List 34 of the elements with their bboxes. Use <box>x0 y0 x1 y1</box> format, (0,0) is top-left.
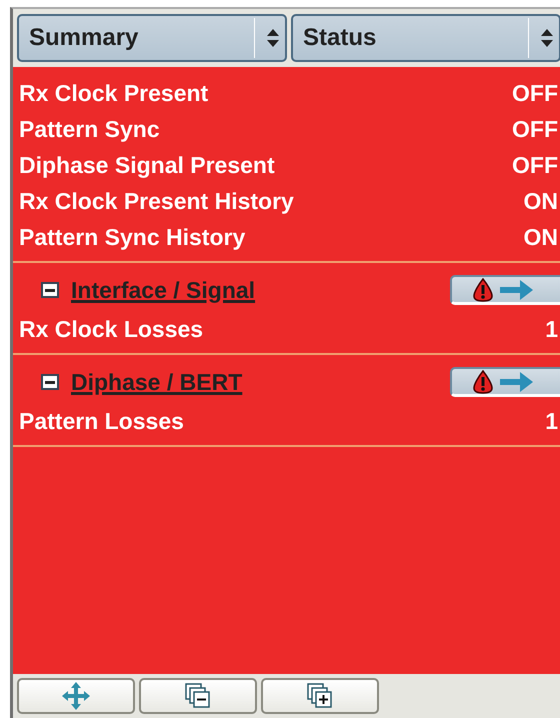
status-label: Pattern Sync <box>19 116 160 142</box>
status-value: ON <box>524 188 558 214</box>
group-link[interactable]: Diphase / BERT <box>71 368 450 396</box>
toolbar-button[interactable] <box>139 678 257 714</box>
status-value: OFF <box>512 80 558 106</box>
sort-arrows-icon <box>267 29 279 47</box>
status-label: Rx Clock Present <box>19 80 208 106</box>
move-icon <box>61 681 91 711</box>
group-link[interactable]: Interface / Signal <box>71 276 450 304</box>
status-value: OFF <box>512 116 558 142</box>
status-value: OFF <box>512 152 558 178</box>
column-header[interactable]: Summary <box>17 14 287 62</box>
toolbar-button[interactable] <box>261 678 379 714</box>
collapse-icon[interactable] <box>41 282 59 298</box>
stack-plus-icon <box>307 683 333 709</box>
status-value: 1 <box>545 316 558 342</box>
alarm-icon <box>472 278 494 302</box>
alarm-navigate-button[interactable] <box>450 367 560 397</box>
status-value: 1 <box>545 408 558 434</box>
sort-arrows-icon <box>541 29 553 47</box>
alarm-icon <box>472 370 494 394</box>
status-label: Diphase Signal Present <box>19 152 275 178</box>
status-label: Rx Clock Losses <box>19 316 204 342</box>
status-label: Pattern Sync History <box>19 224 246 250</box>
alarm-navigate-button[interactable] <box>450 275 560 305</box>
toolbar-button[interactable] <box>17 678 135 714</box>
right-arrow-icon <box>500 370 534 392</box>
status-label: Pattern Losses <box>19 408 184 434</box>
collapse-icon[interactable] <box>41 374 59 390</box>
right-arrow-icon <box>500 278 534 300</box>
status-label: Rx Clock Present History <box>19 188 294 214</box>
status-value: ON <box>524 224 558 250</box>
column-header[interactable]: Status <box>291 14 560 62</box>
stack-minus-icon <box>185 683 211 709</box>
